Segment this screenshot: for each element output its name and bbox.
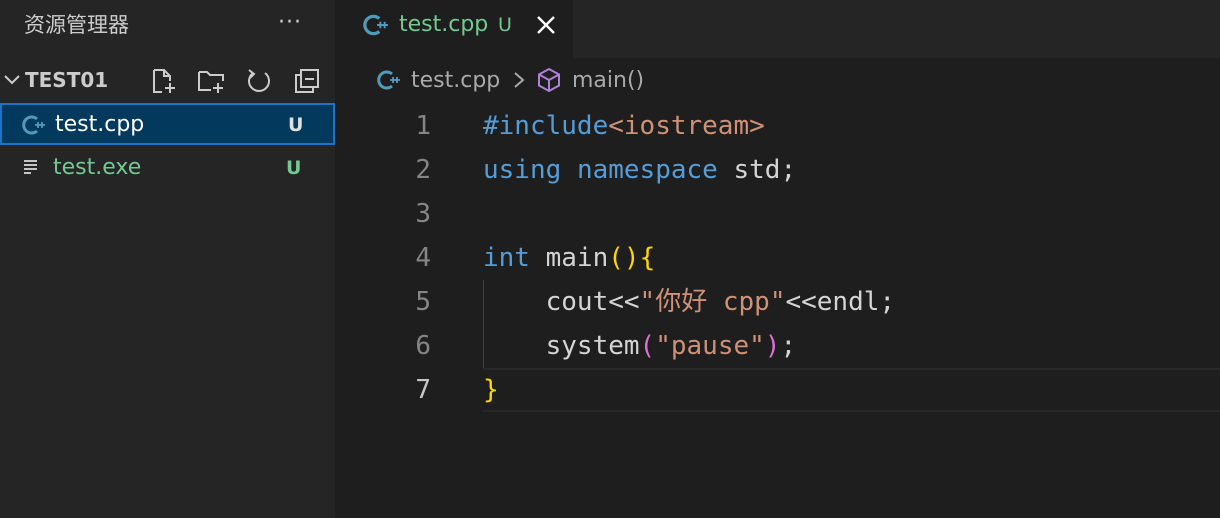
cpp-icon [22,115,45,135]
breadcrumb-symbol[interactable]: main() [572,66,644,96]
code-token: int [483,243,530,273]
code-token: namespace [576,155,718,185]
code-line[interactable]: using namespace std; [483,148,796,192]
lines-file-icon [24,160,37,174]
refresh-icon [248,69,270,92]
cpp-icon [363,14,388,36]
tab-label: test.cpp [399,12,489,37]
code-token: () [608,243,640,273]
code-token: ; [780,331,797,361]
close-icon[interactable] [533,12,559,38]
explorer-title: 资源管理器 [24,13,129,37]
cpp-icon [377,70,400,90]
collapse-all-button[interactable] [292,66,322,96]
file-item-test-exe[interactable]: test.exe U [0,148,335,190]
code-token: ) [764,331,781,361]
code-token: cout<< [483,287,640,317]
line-number: 2 [415,155,431,185]
code-line[interactable]: system("pause"); [483,324,796,368]
git-status-badge: U [288,114,304,136]
code-line[interactable]: #include<iostream> [483,104,765,148]
tab-bar: test.cpp U [335,0,1220,58]
code-token: using [483,155,562,185]
file-name: test.cpp [55,112,145,137]
file-name: test.exe [53,155,142,180]
line-number: 5 [415,287,431,317]
code-token: <iostream> [608,111,765,141]
line-number-gutter: 1 2 3 4 5 6 7 [335,104,455,518]
tab-test-cpp[interactable]: test.cpp U [335,0,573,58]
chevron-down-icon [4,75,20,85]
code-line[interactable]: cout<<"你好 cpp"<<endl; [483,280,895,324]
line-number: 4 [415,243,431,273]
new-folder-icon [198,71,224,93]
current-line-highlight [483,368,1220,412]
new-folder-button[interactable] [196,66,226,96]
collapse-all-icon [295,69,319,93]
line-number: 3 [415,199,431,229]
refresh-button[interactable] [244,66,274,96]
breadcrumb: test.cpp main() [335,58,1220,104]
breadcrumb-file[interactable]: test.cpp [411,66,500,96]
code-token: { [639,243,656,273]
folder-header[interactable]: TEST01 [0,60,335,100]
new-file-icon [153,69,175,93]
line-number: 6 [415,331,431,361]
code-line[interactable]: int main(){ [483,236,655,280]
code-token: "你好 cpp" [639,287,786,317]
code-token: system [483,331,640,361]
code-token: <<endl; [785,287,896,317]
code-token: "pause" [655,331,765,361]
chevron-right-icon [514,72,525,88]
explorer-sidebar: 资源管理器 ··· TEST01 test.cpp U test.exe U [0,0,335,518]
code-token: main [529,243,609,273]
code-token: ( [639,331,656,361]
file-item-test-cpp[interactable]: test.cpp U [0,103,335,145]
tab-status-badge: U [498,14,512,36]
folder-name: TEST01 [25,68,109,92]
code-editor[interactable]: 1 2 3 4 5 6 7 #include<iostream> using na… [335,104,1220,518]
line-number: 1 [415,111,431,141]
git-status-badge: U [286,157,302,179]
method-cube-icon [538,67,560,93]
more-actions-icon[interactable]: ··· [272,8,308,38]
code-line[interactable]: } [483,368,499,412]
code-token: #include [483,111,609,141]
new-file-button[interactable] [148,66,178,96]
line-number-active: 7 [415,375,431,405]
code-token: std; [717,155,797,185]
code-token: } [483,375,499,405]
